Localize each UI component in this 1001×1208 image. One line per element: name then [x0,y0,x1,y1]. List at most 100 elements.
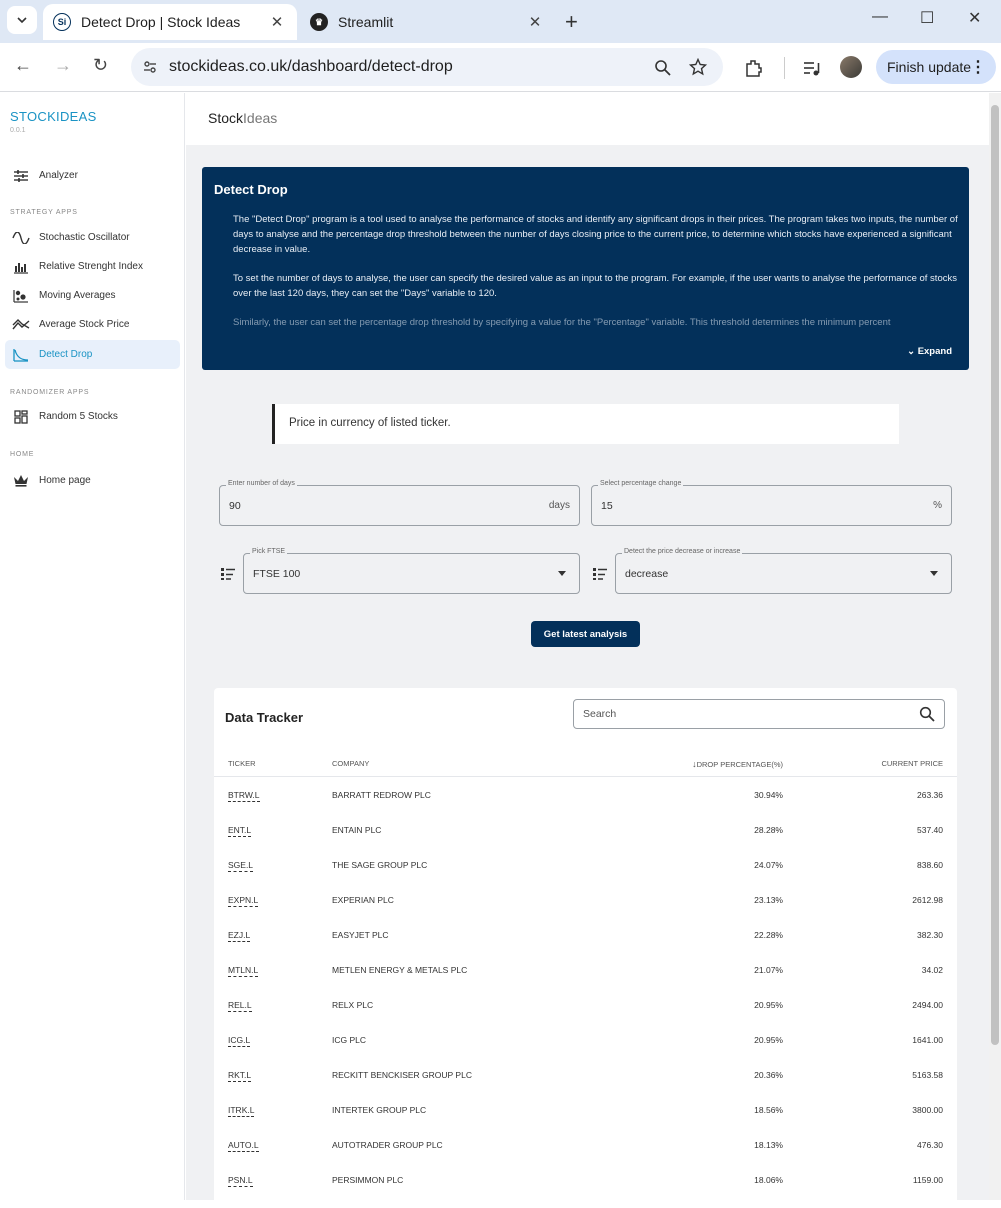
column-header-drop-percentage[interactable]: ↓DROP PERCENTAGE(%) [692,759,783,769]
search-input[interactable]: Search [573,699,945,729]
field-label: Enter number of days [226,480,297,487]
panel-title: Detect Drop [214,182,288,197]
expand-label: Expand [917,346,952,357]
sidebar-item-random-5-stocks[interactable]: Random 5 Stocks [5,402,180,431]
column-header-ticker[interactable]: TICKER [228,759,256,768]
close-icon[interactable]: ✕ [265,13,289,31]
sidebar-item-relative-strenght-index[interactable]: Relative Strenght Index [5,252,180,281]
sidebar-item-average-stock-price[interactable]: Average Stock Price [5,310,180,339]
current-price-cell: 5163.58 [912,1070,943,1080]
table-row: REL.L RELX PLC 20.95% 2494.00 [214,988,957,1023]
get-latest-analysis-button[interactable]: Get latest analysis [531,621,640,647]
sidebar-item-home-page[interactable]: Home page [5,466,180,495]
direction-select[interactable]: Detect the price decrease or increase de… [615,548,952,594]
reload-button[interactable]: ↻ [93,55,108,76]
ticker-link[interactable]: EZJ.L [228,930,251,942]
drop-percentage-cell: 18.06% [754,1175,783,1185]
stockideas-logo[interactable]: StockIdeas [208,110,277,126]
column-header-label: DROP PERCENTAGE(%) [696,760,783,769]
zoom-icon[interactable] [654,59,671,76]
ticker-link[interactable]: ITRK.L [228,1105,255,1117]
ticker-link[interactable]: RKT.L [228,1070,252,1082]
ticker-link[interactable]: REL.L [228,1000,252,1012]
ticker-link[interactable]: SGE.L [228,860,254,872]
search-placeholder: Search [583,708,617,720]
description-paragraph: To set the number of days to analyse, th… [233,273,957,299]
scrollbar-thumb[interactable] [991,105,999,1045]
section-home: HOME [10,451,35,458]
grid-icon [11,409,31,424]
tab-streamlit[interactable]: ♛ Streamlit ✕ [300,4,555,40]
table-header: TICKER COMPANY ↓DROP PERCENTAGE(%) CURRE… [214,747,957,777]
table-row: ENT.L ENTAIN PLC 28.28% 537.40 [214,813,957,848]
ticker-link[interactable]: ENT.L [228,825,252,837]
column-header-current-price[interactable]: CURRENT PRICE [881,759,943,768]
table-row: SGE.L THE SAGE GROUP PLC 24.07% 838.60 [214,848,957,883]
minimize-button[interactable]: — [872,8,888,26]
expand-button[interactable]: ⌄ Expand [907,346,952,357]
browser-tab-strip: Si Detect Drop | Stock Ideas ✕ ♛ Streaml… [0,0,1001,43]
ticker-link[interactable]: AUTO.L [228,1140,259,1152]
chevron-down-icon: ⌄ [907,346,918,357]
ticker-link[interactable]: BTRW.L [228,790,260,802]
ticker-link[interactable]: ICG.L [228,1035,251,1047]
dropdown-arrow-icon [930,571,938,576]
app-version: 0.0.1 [10,127,26,134]
stockideas-favicon-icon: Si [53,13,71,31]
crown-icon [11,474,31,487]
field-label: Select percentage change [598,480,684,487]
sidebar-item-moving-averages[interactable]: Moving Averages [5,281,180,310]
sidebar-item-label: Detect Drop [39,349,93,360]
site-settings-icon[interactable] [143,60,157,74]
field-value: decrease [625,568,669,580]
close-window-button[interactable]: ✕ [968,8,981,28]
table-row: MTLN.L METLEN ENERGY & METALS PLC 21.07% 34… [214,953,957,988]
bar-chart-icon [11,260,31,274]
days-input[interactable]: Enter number of days 90 days [219,480,580,526]
browser-toolbar: ← → ↻ stockideas.co.uk/dashboard/detect-… [0,43,1001,92]
search-icon[interactable] [919,706,935,722]
page-scrollbar[interactable] [989,93,1001,1200]
drop-percentage-cell: 20.95% [754,1035,783,1045]
table-row: EZJ.L EASYJET PLC 22.28% 382.30 [214,918,957,953]
drop-percentage-cell: 22.28% [754,930,783,940]
url-text: stockideas.co.uk/dashboard/detect-drop [169,58,453,75]
trend-icon [11,318,31,331]
field-value: 90 [229,500,241,512]
drop-curve-icon [11,348,31,362]
ftse-select[interactable]: Pick FTSE FTSE 100 [243,548,580,594]
sidebar-item-detect-drop[interactable]: Detect Drop [5,340,180,369]
percentage-input[interactable]: Select percentage change 15 % [591,480,952,526]
ticker-link[interactable]: EXPN.L [228,895,259,907]
ticker-link[interactable]: PSN.L [228,1175,253,1187]
sidebar-item-label: Analyzer [39,170,78,181]
new-tab-button[interactable]: + [565,9,578,35]
table-row: BTRW.L BARRATT REDROW PLC 30.94% 263.36 [214,778,957,813]
field-suffix: % [933,500,942,511]
company-cell: INTERTEK GROUP PLC [332,1105,427,1115]
extensions-icon[interactable] [744,58,764,78]
column-header-company[interactable]: COMPANY [332,759,369,768]
toolbar-divider [784,57,785,79]
finish-update-button[interactable]: Finish update ⋮ [876,50,996,84]
address-bar[interactable]: stockideas.co.uk/dashboard/detect-drop [131,48,723,86]
logo-bold: Stock [208,110,244,126]
sidebar-item-label: Relative Strenght Index [39,261,143,272]
profile-avatar[interactable] [840,56,862,78]
close-icon[interactable]: ✕ [523,13,547,31]
media-control-icon[interactable] [802,58,822,78]
ticker-link[interactable]: MTLN.L [228,965,259,977]
tab-detect-drop[interactable]: Si Detect Drop | Stock Ideas ✕ [43,4,297,40]
table-row: ITRK.L INTERTEK GROUP PLC 18.56% 3800.00 [214,1093,957,1128]
main-content: StockIdeas Detect Drop The "Detect Drop"… [186,93,989,1208]
forward-button[interactable]: → [54,55,72,76]
tab-search-button[interactable] [7,6,37,34]
drop-percentage-cell: 18.56% [754,1105,783,1115]
sidebar-item-analyzer[interactable]: Analyzer [5,161,180,190]
maximize-button[interactable]: ☐ [920,8,934,28]
sidebar-item-stochastic-oscillator[interactable]: Stochastic Oscillator [5,223,180,252]
bookmark-star-icon[interactable] [689,58,707,76]
back-button[interactable]: ← [14,55,32,76]
current-price-cell: 2612.98 [912,895,943,905]
current-price-cell: 1641.00 [912,1035,943,1045]
